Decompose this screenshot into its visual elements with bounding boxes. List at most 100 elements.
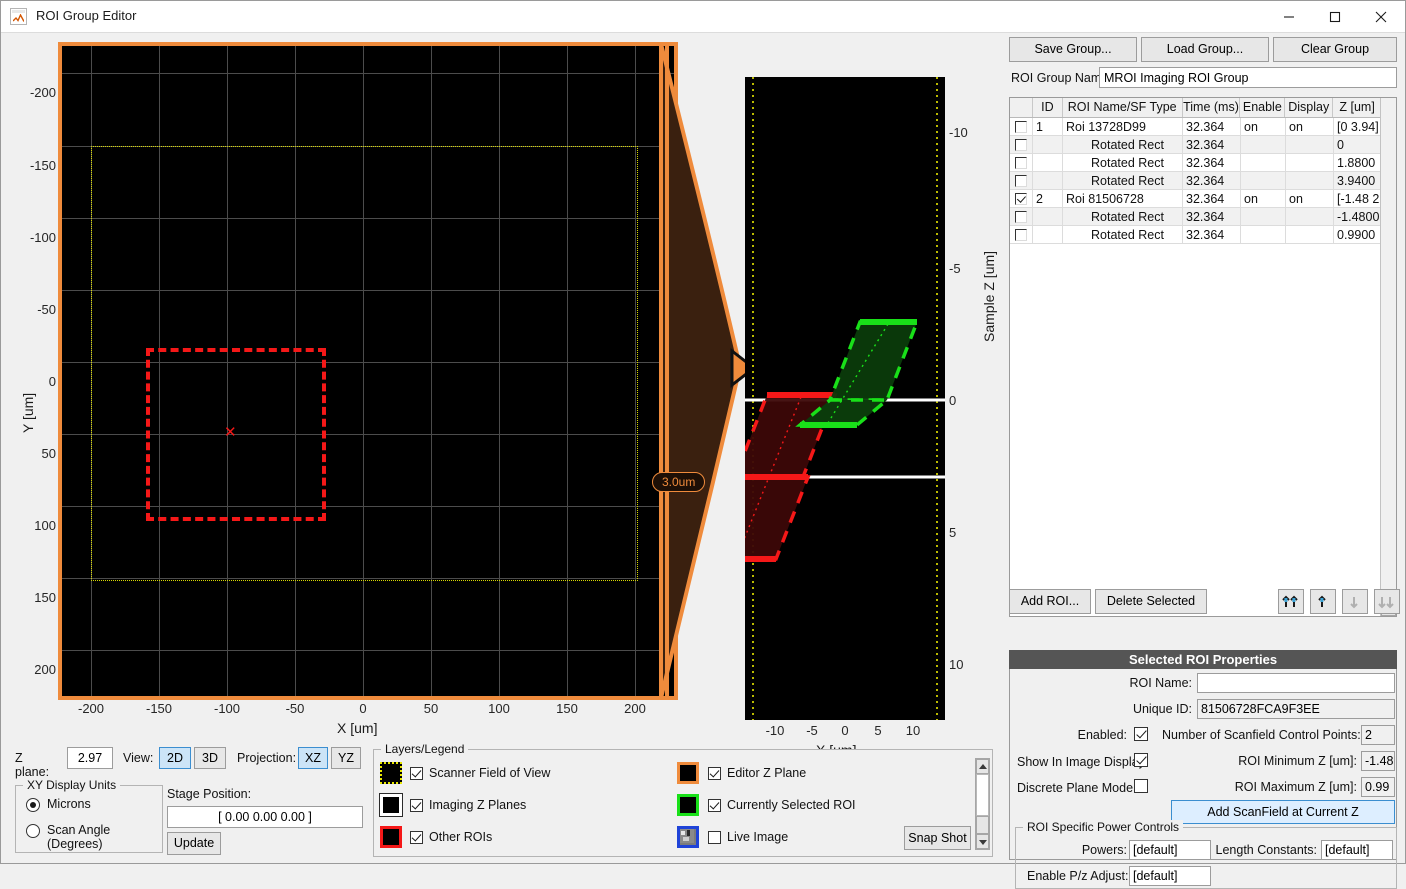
- row-id: [1033, 208, 1063, 226]
- roi-name-input[interactable]: [1197, 673, 1395, 693]
- z-plane-input[interactable]: 2.97: [67, 747, 113, 769]
- roi-table[interactable]: ID ROI Name/SF Type Time (ms) Enable Dis…: [1009, 97, 1397, 617]
- unique-id-value: 81506728FCA9F3EE: [1197, 699, 1395, 719]
- radio-microns-label: Microns: [47, 797, 91, 811]
- delete-selected-button[interactable]: Delete Selected: [1095, 589, 1207, 614]
- stage-position-field[interactable]: [ 0.00 0.00 0.00 ]: [167, 806, 363, 828]
- row-display: [1286, 154, 1334, 172]
- x-tick: 50: [423, 701, 439, 716]
- row-time: 32.364: [1183, 118, 1241, 136]
- powers-input[interactable]: [default]: [1129, 840, 1211, 860]
- roi-minimum-z-label: ROI Minimum Z [um]:: [1238, 754, 1357, 768]
- row-id: 1: [1033, 118, 1063, 136]
- legend-swatch-live-image: [677, 826, 699, 848]
- table-row[interactable]: Rotated Rect 32.364 0.9900: [1010, 226, 1396, 244]
- move-to-top-button[interactable]: [1278, 589, 1304, 614]
- row-z: 0.9900: [1334, 226, 1382, 244]
- projection-xz-button[interactable]: XZ: [298, 747, 328, 769]
- xy-x-axis-label: X [um]: [337, 720, 378, 736]
- row-time: 32.364: [1183, 208, 1241, 226]
- row-name: Rotated Rect: [1063, 208, 1183, 226]
- legend-label-scanner-fov: Scanner Field of View: [429, 766, 551, 780]
- row-id: [1033, 172, 1063, 190]
- row-enable: [1241, 172, 1286, 190]
- projection-yz-button[interactable]: YZ: [331, 747, 361, 769]
- table-row[interactable]: Rotated Rect 32.364 0: [1010, 136, 1396, 154]
- add-scanfield-at-current-z-button[interactable]: Add ScanField at Current Z: [1171, 800, 1395, 824]
- row-checkbox-cell[interactable]: [1010, 136, 1033, 154]
- xy-y-axis: -200 -150 -100 -50 0 50 100 150 200: [4, 45, 56, 697]
- row-id: 2: [1033, 190, 1063, 208]
- minimize-button[interactable]: [1266, 1, 1312, 32]
- table-row[interactable]: Rotated Rect 32.364 -1.4800: [1010, 208, 1396, 226]
- row-checkbox[interactable]: [1015, 120, 1027, 133]
- xz-plot-axes[interactable]: [705, 77, 945, 720]
- table-row[interactable]: Rotated Rect 32.364 1.8800: [1010, 154, 1396, 172]
- roi-table-vertical-scrollbar[interactable]: [1380, 98, 1396, 616]
- row-checkbox[interactable]: [1015, 228, 1027, 241]
- legend-scroll-up-arrow[interactable]: [976, 759, 989, 774]
- length-constants-input[interactable]: [default]: [1321, 840, 1393, 860]
- legend-checkbox-live-image[interactable]: [708, 831, 721, 844]
- add-roi-button[interactable]: Add ROI...: [1009, 589, 1091, 614]
- row-checkbox[interactable]: [1015, 210, 1027, 223]
- discrete-plane-mode-checkbox[interactable]: [1134, 779, 1148, 793]
- editor-z-plane-tag: 3.0um: [652, 472, 706, 492]
- close-button[interactable]: [1358, 1, 1404, 32]
- row-display: [1286, 136, 1334, 154]
- legend-scroll-thumb[interactable]: [976, 816, 989, 834]
- roi-table-body: 1 Roi 13728D99 32.364 on on [0 3.94] Rotated R…: [1010, 118, 1396, 244]
- clear-group-button[interactable]: Clear Group: [1273, 37, 1397, 62]
- roi-maximum-z-label: ROI Maximum Z [um]:: [1234, 780, 1357, 794]
- legend-checkbox-selected-roi[interactable]: [708, 799, 721, 812]
- move-up-button[interactable]: [1310, 589, 1336, 614]
- xz-z-axis: -10 -5 0 5 10: [949, 77, 979, 720]
- x-tick: -200: [77, 701, 105, 716]
- enabled-checkbox[interactable]: [1134, 727, 1148, 741]
- save-group-button[interactable]: Save Group...: [1009, 37, 1137, 62]
- legend-scroll-down-arrow[interactable]: [976, 834, 989, 849]
- legend-checkbox-scanner-fov[interactable]: [410, 767, 423, 780]
- xy-plot-axes[interactable]: ✕: [61, 45, 675, 697]
- legend-checkbox-editor-z-plane[interactable]: [708, 767, 721, 780]
- row-checkbox-cell[interactable]: [1010, 208, 1033, 226]
- row-checkbox[interactable]: [1015, 156, 1027, 169]
- move-down-button: [1342, 589, 1368, 614]
- y-tick: 0: [48, 374, 56, 389]
- row-z: -1.4800: [1334, 208, 1382, 226]
- update-button[interactable]: Update: [167, 832, 221, 855]
- editor-z-plane-lens: [659, 42, 754, 700]
- view-2d-button[interactable]: 2D: [159, 747, 191, 769]
- legend-label-other-rois: Other ROIs: [429, 830, 493, 844]
- roi-name-label: ROI Name:: [1129, 676, 1192, 690]
- row-checkbox[interactable]: [1015, 138, 1027, 151]
- powers-label: Powers:: [1081, 843, 1127, 857]
- row-checkbox[interactable]: [1015, 174, 1027, 187]
- load-group-button[interactable]: Load Group...: [1141, 37, 1269, 62]
- row-checkbox-cell[interactable]: [1010, 226, 1033, 244]
- row-checkbox-cell[interactable]: [1010, 118, 1033, 136]
- title-bar: ROI Group Editor: [1, 1, 1405, 33]
- radio-microns[interactable]: [26, 798, 40, 812]
- row-checkbox-cell[interactable]: [1010, 190, 1033, 208]
- enable-pz-adjust-input[interactable]: [default]: [1129, 866, 1211, 886]
- radio-scan-angle[interactable]: [26, 824, 40, 838]
- row-id: [1033, 154, 1063, 172]
- z-tick: 10: [949, 657, 964, 672]
- row-checkbox-cell[interactable]: [1010, 154, 1033, 172]
- snap-shot-button[interactable]: Snap Shot: [904, 826, 971, 850]
- maximize-button[interactable]: [1312, 1, 1358, 32]
- table-row[interactable]: 2Roi 8150672832.364onon[-1.48 2....: [1010, 190, 1396, 208]
- row-enable: [1241, 208, 1286, 226]
- row-checkbox-cell[interactable]: [1010, 172, 1033, 190]
- legend-checkbox-imaging-z-planes[interactable]: [410, 799, 423, 812]
- roi-group-name-input[interactable]: MROI Imaging ROI Group: [1099, 67, 1397, 88]
- table-row[interactable]: Rotated Rect 32.364 3.9400: [1010, 172, 1396, 190]
- x-tick: 150: [556, 701, 578, 716]
- show-in-image-display-checkbox[interactable]: [1134, 753, 1148, 767]
- table-row[interactable]: 1 Roi 13728D99 32.364 on on [0 3.94]: [1010, 118, 1396, 136]
- legend-checkbox-other-rois[interactable]: [410, 831, 423, 844]
- view-3d-button[interactable]: 3D: [194, 747, 226, 769]
- legend-scrollbar[interactable]: [975, 758, 990, 850]
- row-checkbox[interactable]: [1015, 192, 1027, 205]
